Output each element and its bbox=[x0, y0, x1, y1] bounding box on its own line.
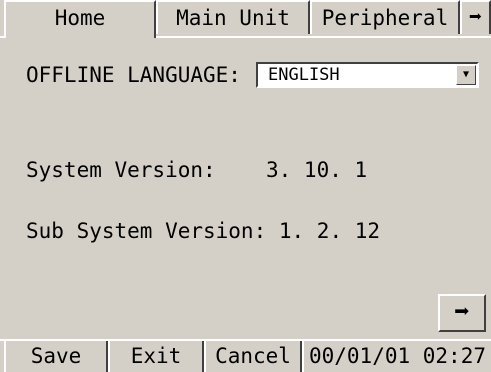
tab-main-unit[interactable]: Main Unit bbox=[156, 0, 310, 34]
tab-bar: Home Main Unit Peripheral ➡ bbox=[0, 0, 491, 38]
system-version-value: 3. 10. 1 bbox=[266, 158, 368, 182]
tab-home[interactable]: Home bbox=[4, 0, 156, 38]
sub-system-version-value: 1. 2. 12 bbox=[278, 219, 381, 243]
system-version-label: System Version: bbox=[26, 158, 216, 182]
save-button[interactable]: Save bbox=[4, 341, 108, 372]
offline-language-value: ENGLISH bbox=[268, 65, 340, 85]
footer-bar: Save Exit Cancel 00/01/01 02:27 bbox=[0, 339, 491, 372]
sub-system-version-text: Sub System Version: 1. 2. 12 bbox=[26, 219, 380, 243]
right-arrow-icon: ➡ bbox=[454, 297, 470, 327]
datetime-display: 00/01/01 02:27 bbox=[302, 341, 491, 372]
tab-scroll-right-button[interactable]: ➡ bbox=[460, 0, 491, 34]
offline-language-label: OFFLINE LANGUAGE: bbox=[26, 63, 241, 87]
sub-system-version-label: Sub System Version: bbox=[26, 219, 267, 243]
right-arrow-icon: ➡ bbox=[468, 5, 483, 30]
chevron-down-icon[interactable]: ▼ bbox=[456, 65, 476, 85]
next-page-button[interactable]: ➡ bbox=[438, 294, 486, 332]
offline-language-select[interactable]: ENGLISH ▼ bbox=[256, 62, 479, 88]
exit-button[interactable]: Exit bbox=[108, 341, 204, 372]
tab-peripheral[interactable]: Peripheral bbox=[310, 0, 460, 34]
cancel-button[interactable]: Cancel bbox=[204, 341, 302, 372]
